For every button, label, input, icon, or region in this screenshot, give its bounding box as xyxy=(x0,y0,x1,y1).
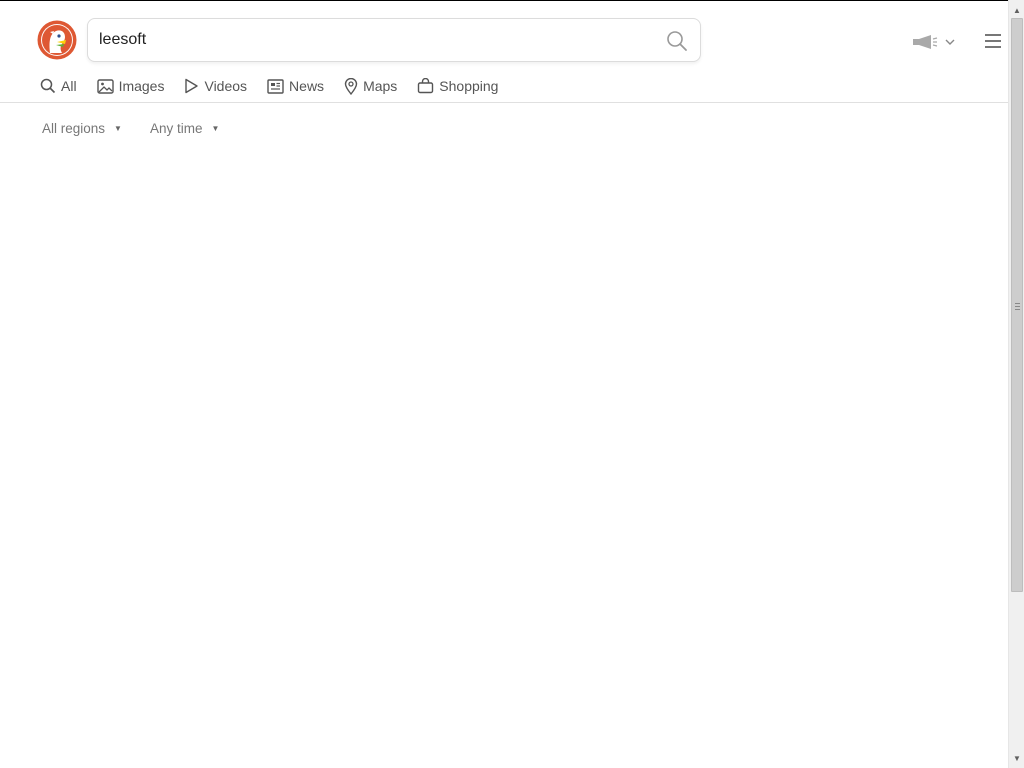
menu-line xyxy=(985,34,1001,36)
header: All Images Videos xyxy=(0,1,1008,103)
search-box xyxy=(87,18,701,62)
tab-all[interactable]: All xyxy=(40,78,77,94)
duckduckgo-results-page: All Images Videos xyxy=(0,0,1024,768)
tab-images[interactable]: Images xyxy=(96,78,165,94)
region-filter-label: All regions xyxy=(42,121,106,136)
megaphone-icon xyxy=(913,35,955,49)
vertical-scrollbar[interactable]: ▲ ▼ xyxy=(1008,0,1024,768)
search-tabs: All Images Videos News Maps Shopping xyxy=(40,75,518,97)
grip-icon xyxy=(1015,303,1020,312)
shopping-bag-icon xyxy=(418,78,434,94)
image-icon xyxy=(96,78,114,94)
tab-videos[interactable]: Videos xyxy=(184,78,247,94)
scroll-up-arrow-icon[interactable]: ▲ xyxy=(1009,2,1024,18)
tab-label: Videos xyxy=(204,78,248,94)
region-filter-dropdown[interactable]: All regions ▼ xyxy=(42,121,122,136)
tab-label: Shopping xyxy=(439,78,499,94)
tab-shopping[interactable]: Shopping xyxy=(417,78,498,94)
scrollbar-thumb[interactable] xyxy=(1011,18,1023,592)
play-icon xyxy=(185,78,199,94)
tab-news[interactable]: News xyxy=(267,78,324,94)
caret-down-icon: ▼ xyxy=(211,124,220,133)
search-button[interactable] xyxy=(666,30,688,52)
caret-down-icon: ▼ xyxy=(114,124,122,133)
tab-label: News xyxy=(289,78,325,94)
menu-line xyxy=(985,40,1001,42)
scroll-down-arrow-icon[interactable]: ▼ xyxy=(1009,750,1024,766)
search-filters: All regions ▼ Any time ▼ xyxy=(42,121,247,136)
map-pin-icon xyxy=(344,77,358,95)
tab-label: All xyxy=(61,78,77,94)
announcements-button[interactable] xyxy=(911,33,957,51)
hamburger-menu-button[interactable] xyxy=(985,34,1001,48)
tab-maps[interactable]: Maps xyxy=(344,77,398,95)
duckduckgo-logo[interactable] xyxy=(37,20,77,60)
search-input[interactable] xyxy=(99,27,659,53)
newspaper-icon xyxy=(267,78,284,94)
time-filter-dropdown[interactable]: Any time ▼ xyxy=(150,121,219,136)
search-icon xyxy=(40,78,56,94)
search-icon xyxy=(667,31,687,51)
tab-label: Maps xyxy=(363,78,398,94)
time-filter-label: Any time xyxy=(149,121,203,136)
menu-line xyxy=(985,46,1001,48)
tab-label: Images xyxy=(118,78,165,94)
